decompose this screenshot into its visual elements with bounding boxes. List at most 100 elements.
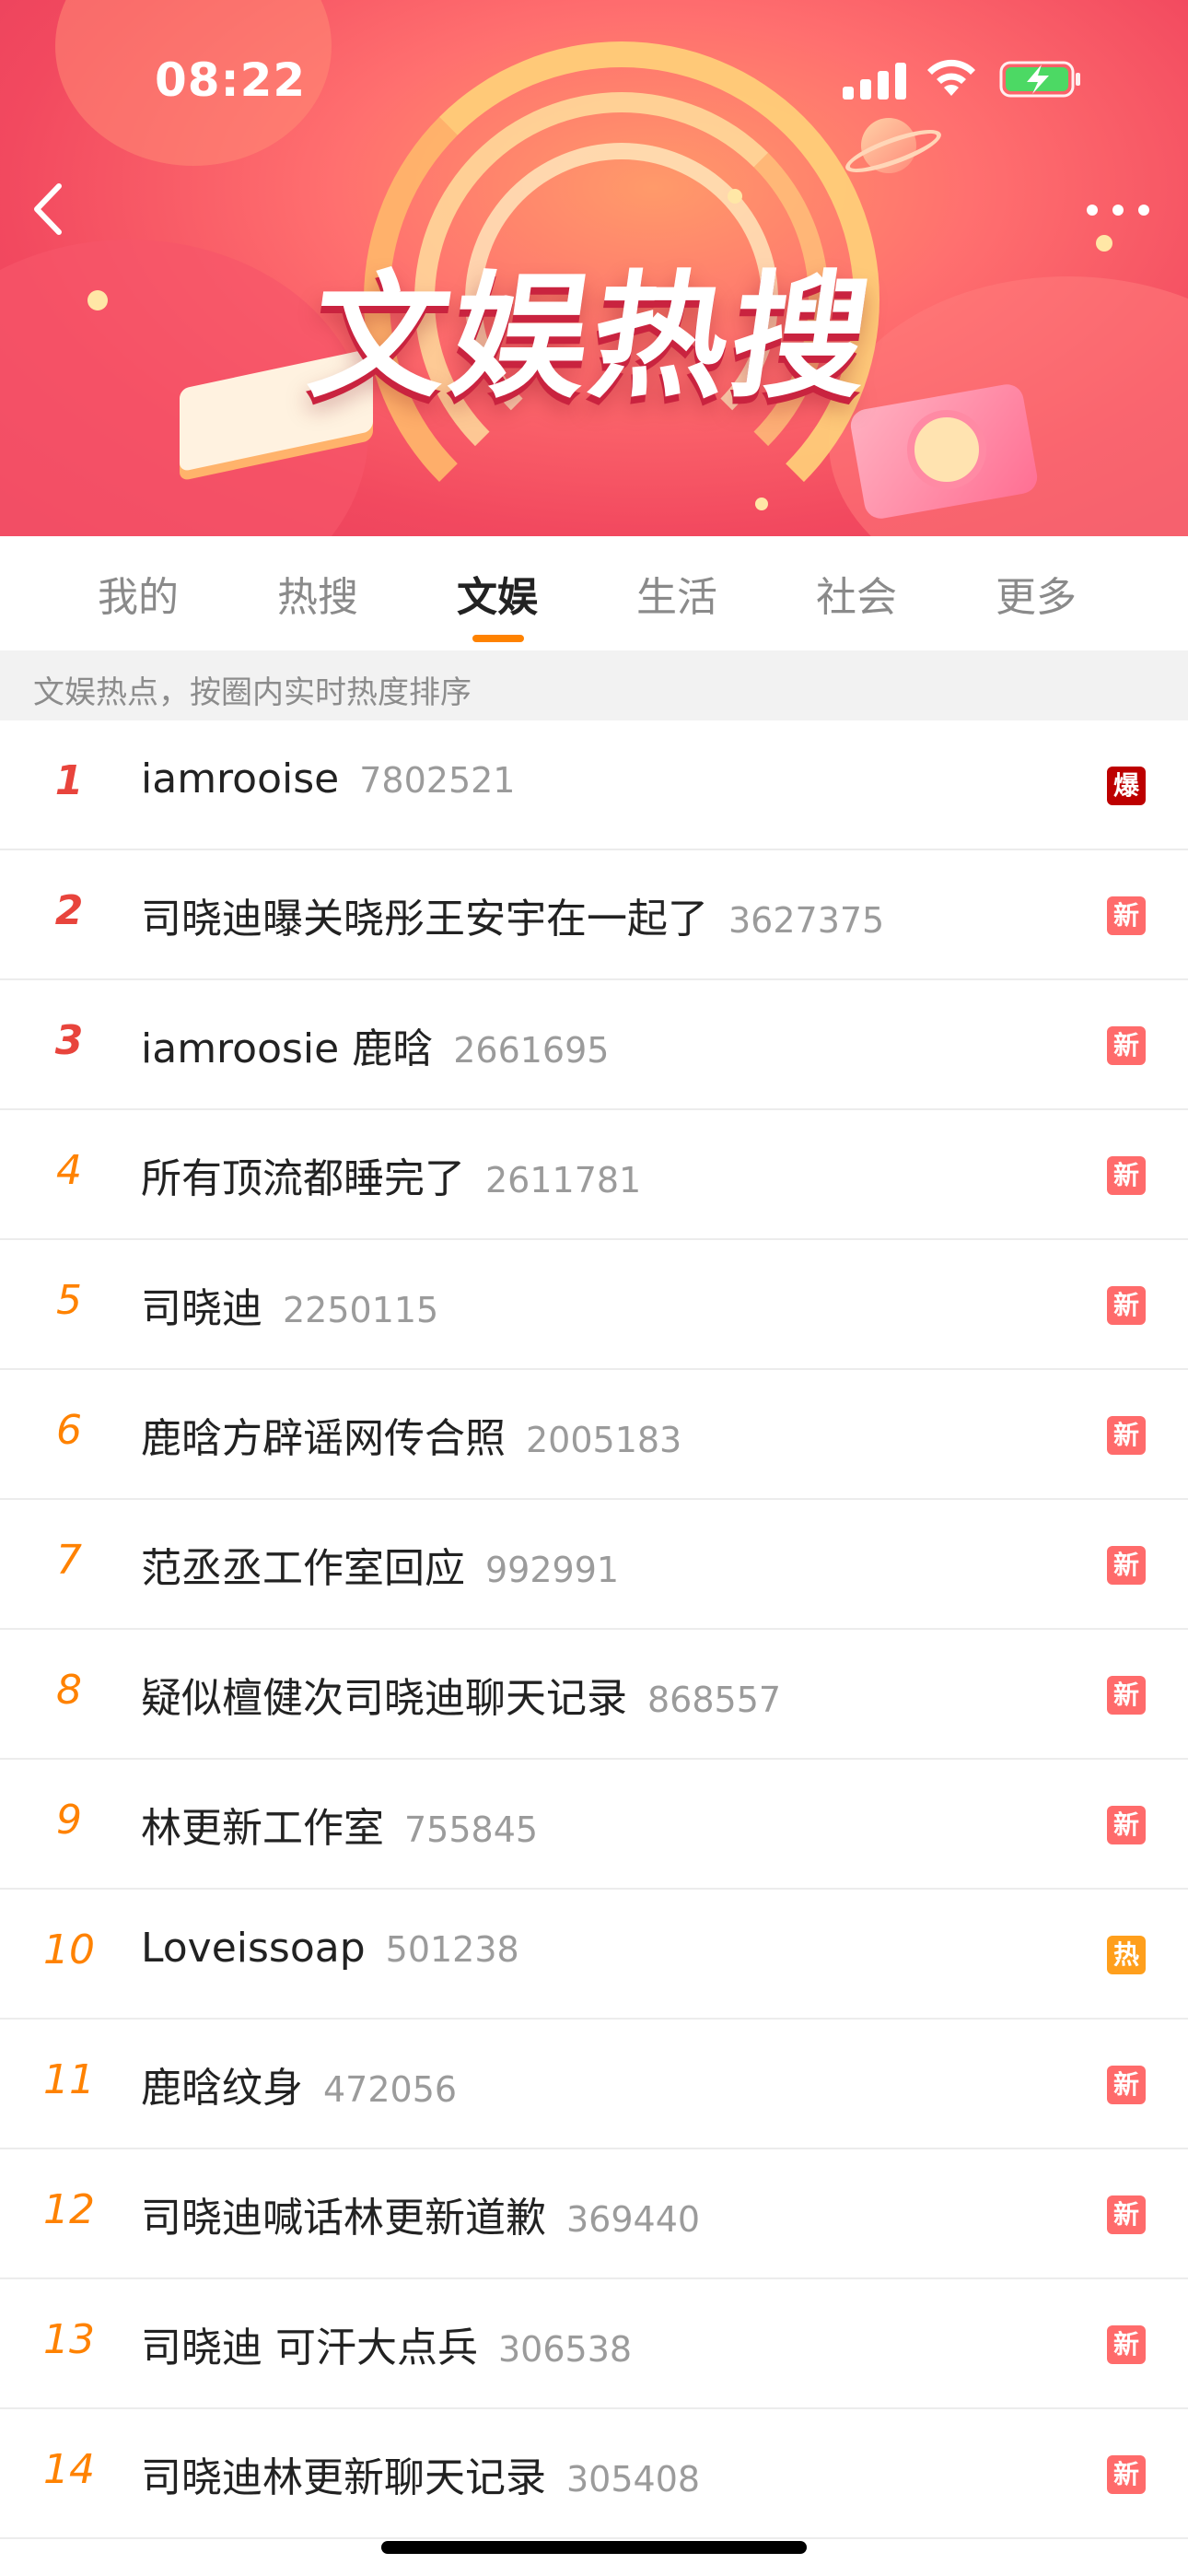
rank-number: 13 — [43, 2316, 95, 2363]
rank-number: 3 — [54, 1017, 84, 1064]
hot-search-row[interactable]: 2 司晓迪曝关晓彤王安宇在一起了 3627375 新 — [0, 850, 1188, 980]
hot-search-row[interactable]: 11 鹿晗纹身 472056 新 — [0, 2020, 1188, 2149]
hot-search-title: 所有顶流都睡完了 2611781 — [141, 1145, 641, 1204]
heat-count: 306538 — [498, 2329, 633, 2370]
new-badge: 新 — [1107, 2455, 1146, 2494]
hot-search-row[interactable]: 3 iamroosie 鹿晗 2661695 新 — [0, 980, 1188, 1110]
rank-number: 7 — [56, 1537, 82, 1584]
heat-count: 472056 — [323, 2069, 458, 2110]
hot-badge: 热 — [1107, 1936, 1146, 1974]
new-badge: 新 — [1107, 896, 1146, 935]
topic-text: 司晓迪林更新聊天记录 — [141, 2454, 546, 2501]
new-badge: 新 — [1107, 2325, 1146, 2364]
heat-count: 369440 — [566, 2199, 701, 2240]
topic-text: 司晓迪 可汗大点兵 — [141, 2324, 478, 2371]
category-tabs: 我的 热搜 文娱 生活 社会 更多 — [0, 536, 1188, 650]
new-badge: 新 — [1107, 1286, 1146, 1325]
new-badge: 新 — [1107, 1546, 1146, 1585]
sparkle — [755, 498, 768, 510]
rank-number: 12 — [43, 2186, 95, 2233]
rank-number: 11 — [43, 2056, 95, 2103]
new-badge: 新 — [1107, 2195, 1146, 2234]
topic-text: 司晓迪喊话林更新道歉 — [141, 2195, 546, 2242]
topic-text: 鹿晗纹身 — [141, 2065, 303, 2112]
active-tab-indicator — [472, 635, 524, 642]
topic-text: iamrooise — [141, 755, 340, 802]
tab-life[interactable]: 生活 — [612, 564, 741, 623]
heat-count: 2661695 — [453, 1030, 610, 1071]
hot-search-row[interactable]: 13 司晓迪 可汗大点兵 306538 新 — [0, 2279, 1188, 2409]
new-badge: 新 — [1107, 1676, 1146, 1715]
rank-number: 6 — [56, 1407, 82, 1454]
rank-number: 1 — [54, 757, 84, 804]
heat-count: 868557 — [647, 1680, 782, 1720]
status-time: 08:22 — [155, 53, 307, 107]
hot-search-title: 鹿晗方辟谣网传合照 2005183 — [141, 1405, 681, 1464]
hot-search-title: iamrooise 7802521 — [141, 755, 515, 802]
hot-search-title: 疑似檀健次司晓迪聊天记录 868557 — [141, 1665, 781, 1724]
hot-search-row[interactable]: 7 范丞丞工作室回应 992991 新 — [0, 1500, 1188, 1630]
heat-count: 7802521 — [359, 760, 516, 801]
new-badge: 新 — [1107, 1156, 1146, 1195]
tab-hot-search[interactable]: 热搜 — [253, 564, 382, 623]
signal-icon — [843, 61, 907, 100]
list-description-text: 文娱热点，按圈内实时热度排序 — [33, 674, 472, 711]
heat-count: 755845 — [404, 1809, 539, 1850]
header-banner: 文娱热搜 08:22 — [0, 0, 1188, 536]
hot-search-row[interactable]: 4 所有顶流都睡完了 2611781 新 — [0, 1110, 1188, 1240]
heat-count: 305408 — [566, 2459, 701, 2500]
hot-search-row[interactable]: 5 司晓迪 2250115 新 — [0, 1240, 1188, 1370]
heat-count: 2611781 — [485, 1160, 642, 1200]
hot-search-title: iamroosie 鹿晗 2661695 — [141, 1015, 609, 1074]
tab-society[interactable]: 社会 — [792, 564, 921, 623]
new-badge: 新 — [1107, 1806, 1146, 1844]
hot-search-row[interactable]: 12 司晓迪喊话林更新道歉 369440 新 — [0, 2149, 1188, 2279]
more-options-icon[interactable] — [1085, 193, 1151, 223]
boom-badge: 爆 — [1107, 767, 1146, 805]
hot-search-title: 司晓迪林更新聊天记录 305408 — [141, 2444, 700, 2503]
heat-count: 501238 — [385, 1929, 519, 1970]
heat-count: 2250115 — [283, 1290, 439, 1330]
tab-entertainment[interactable]: 文娱 — [433, 564, 562, 623]
rank-number: 10 — [43, 1926, 95, 1973]
topic-text: Loveissoap — [141, 1925, 366, 1972]
tab-more[interactable]: 更多 — [972, 564, 1101, 623]
hot-search-row[interactable]: 14 司晓迪林更新聊天记录 305408 新 — [0, 2409, 1188, 2539]
heat-count: 3627375 — [728, 900, 885, 941]
wifi-icon — [927, 59, 975, 96]
rank-number: 5 — [56, 1277, 82, 1324]
new-badge: 新 — [1107, 1026, 1146, 1065]
rank-number: 14 — [43, 2446, 95, 2493]
topic-text: 司晓迪 — [141, 1285, 262, 1332]
hot-search-row[interactable]: 1 iamrooise 7802521 爆 — [0, 720, 1188, 850]
back-icon[interactable] — [28, 181, 68, 238]
topic-text: 范丞丞工作室回应 — [141, 1545, 465, 1592]
hot-search-row[interactable]: 6 鹿晗方辟谣网传合照 2005183 新 — [0, 1370, 1188, 1500]
heat-count: 2005183 — [526, 1420, 682, 1460]
topic-text: 所有顶流都睡完了 — [141, 1155, 465, 1202]
rank-number: 2 — [54, 887, 84, 934]
new-badge: 新 — [1107, 1416, 1146, 1455]
list-description: 文娱热点，按圈内实时热度排序 — [0, 650, 1188, 720]
hot-search-title: Loveissoap 501238 — [141, 1925, 519, 1972]
topic-text: 鹿晗方辟谣网传合照 — [141, 1415, 506, 1462]
hot-search-title: 司晓迪 可汗大点兵 306538 — [141, 2314, 632, 2373]
row-divider — [0, 2537, 1188, 2539]
topic-text: 司晓迪曝关晓彤王安宇在一起了 — [141, 896, 708, 943]
rank-number: 9 — [56, 1797, 82, 1844]
hot-search-title: 范丞丞工作室回应 992991 — [141, 1535, 619, 1594]
hot-search-row[interactable]: 10 Loveissoap 501238 热 — [0, 1890, 1188, 2020]
rank-number: 8 — [56, 1667, 82, 1714]
hot-search-row[interactable]: 9 林更新工作室 755845 新 — [0, 1760, 1188, 1890]
battery-charging-icon — [999, 61, 1080, 98]
tab-mine[interactable]: 我的 — [74, 564, 203, 623]
new-badge: 新 — [1107, 2066, 1146, 2104]
hot-search-title: 鹿晗纹身 472056 — [141, 2055, 457, 2113]
hot-search-title: 司晓迪 2250115 — [141, 1275, 438, 1334]
hot-search-row[interactable]: 8 疑似檀健次司晓迪聊天记录 868557 新 — [0, 1630, 1188, 1760]
hot-search-title: 司晓迪曝关晓彤王安宇在一起了 3627375 — [141, 885, 884, 944]
hot-search-title: 司晓迪喊话林更新道歉 369440 — [141, 2184, 700, 2243]
topic-text: 林更新工作室 — [141, 1805, 384, 1852]
home-indicator — [381, 2541, 807, 2554]
hot-search-title: 林更新工作室 755845 — [141, 1795, 538, 1854]
